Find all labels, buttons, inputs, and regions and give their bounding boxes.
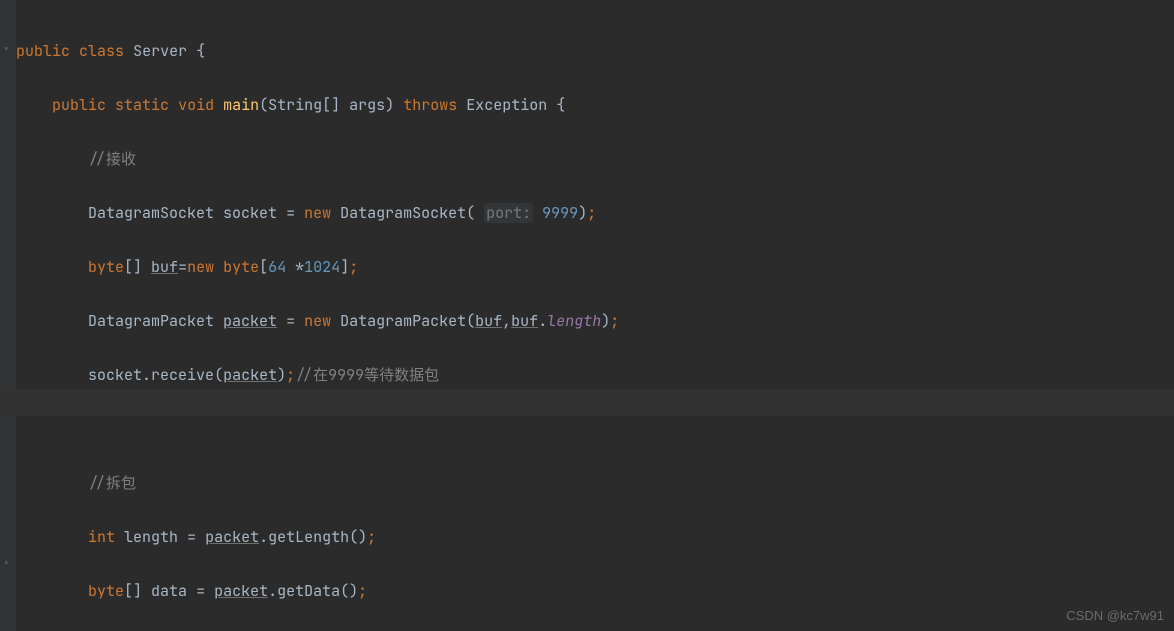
fold-close-icon[interactable]: ▴ — [3, 558, 10, 569]
editor-gutter: ▾ ▴ — [0, 0, 16, 631]
code-area[interactable]: public class Server { public static void… — [16, 0, 1174, 631]
watermark-text: CSDN @kc7w91 — [1066, 608, 1164, 623]
code-editor[interactable]: ▾ ▴ public class Server { public static … — [0, 0, 1174, 631]
fold-open-icon[interactable]: ▾ — [3, 45, 10, 56]
